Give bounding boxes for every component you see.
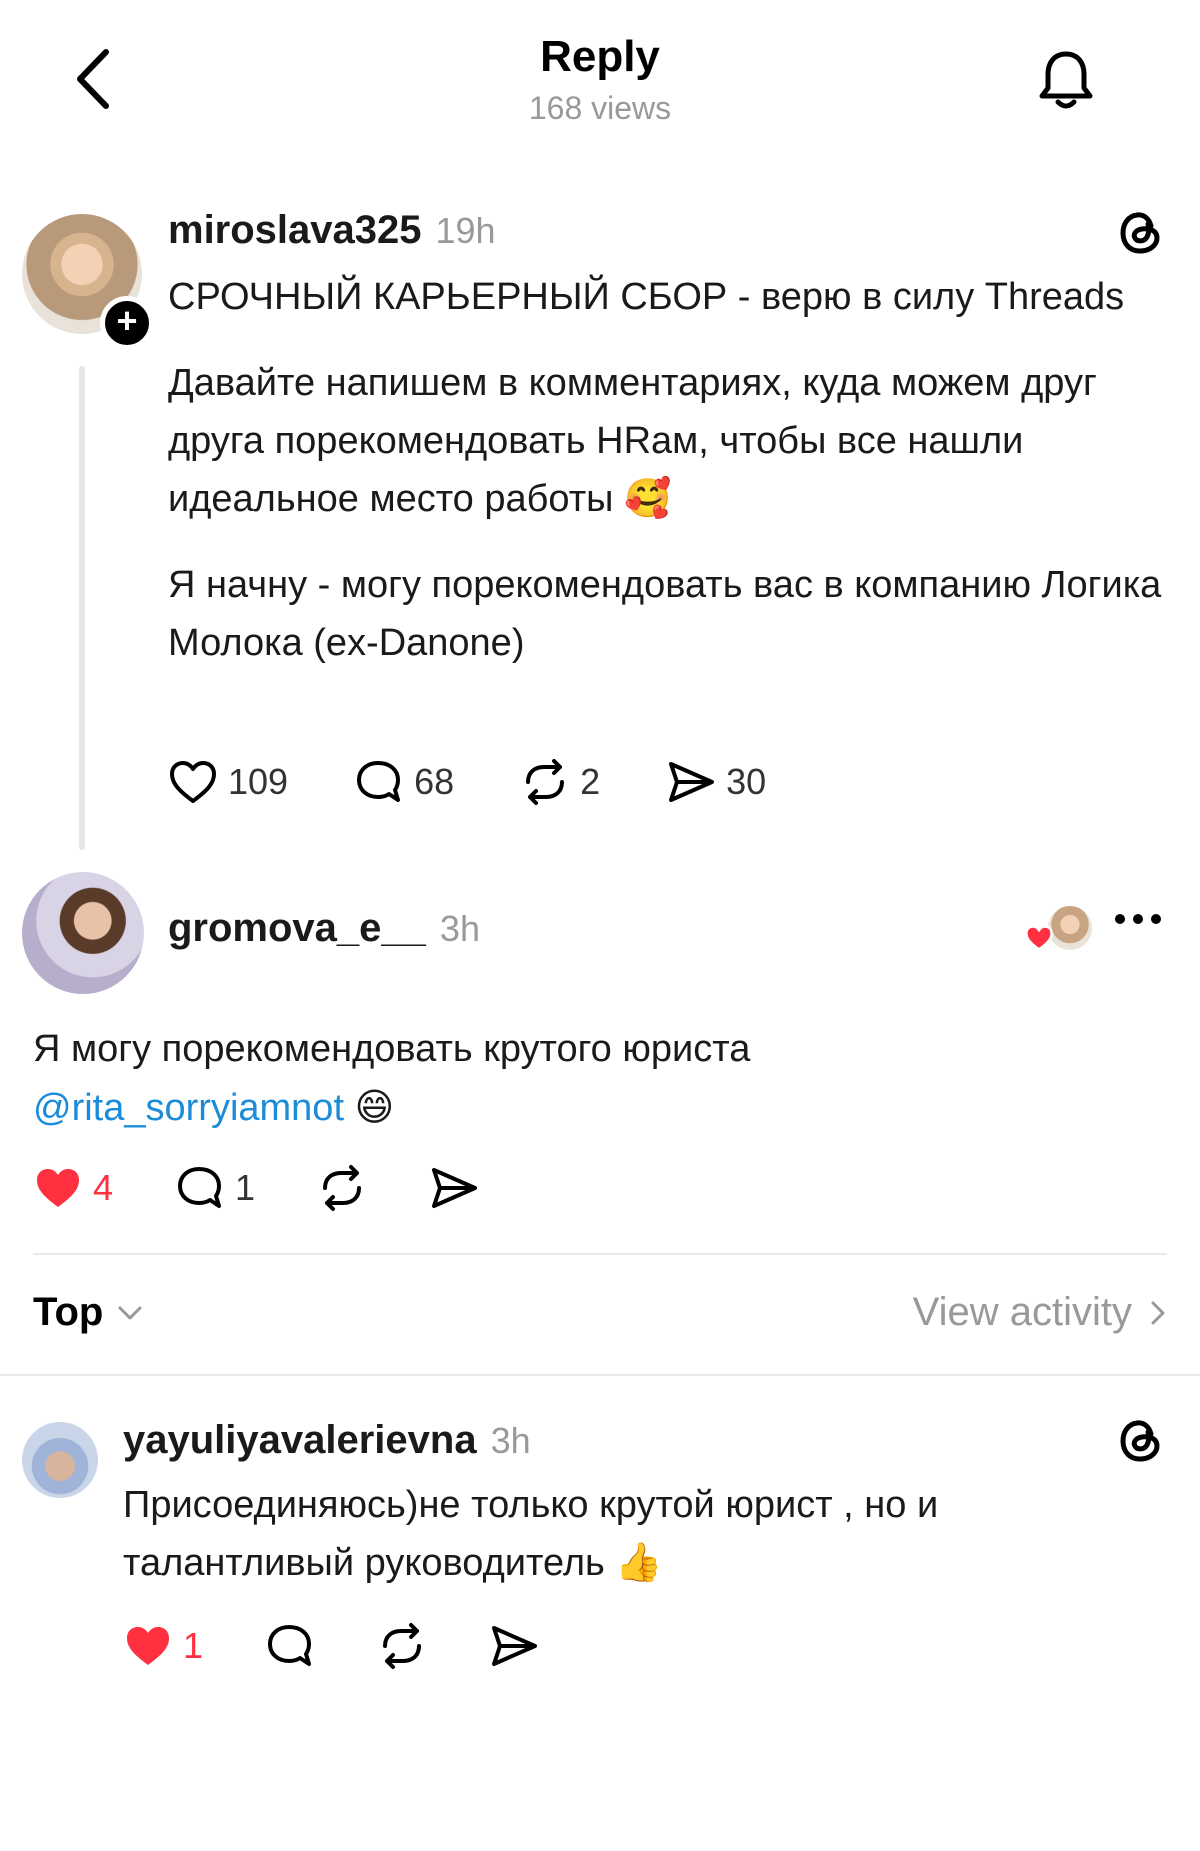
mention-link[interactable]: @rita_sorryiamnot bbox=[33, 1087, 344, 1129]
view-activity-label: View activity bbox=[912, 1290, 1132, 1334]
comment-button[interactable]: 1 bbox=[175, 1164, 255, 1212]
heart-filled-icon bbox=[1025, 925, 1053, 951]
reply-emoji: 😄 bbox=[354, 1085, 395, 1129]
repost-button[interactable] bbox=[377, 1622, 427, 1670]
author-username[interactable]: miroslava325 bbox=[168, 208, 422, 253]
repost-button[interactable] bbox=[317, 1164, 367, 1212]
repost-icon bbox=[383, 1623, 422, 1669]
post-body: СРОЧНЫЙ КАРЬЕРНЫЙ СБОР - верю в силу Thr… bbox=[168, 268, 1168, 672]
post-paragraph: СРОЧНЫЙ КАРЬЕРНЫЙ СБОР - верю в силу Thr… bbox=[168, 276, 1125, 318]
share-button[interactable] bbox=[489, 1622, 539, 1670]
comment-count: 68 bbox=[414, 761, 455, 802]
divider bbox=[33, 1253, 1167, 1255]
comment-button[interactable]: 68 bbox=[354, 758, 454, 806]
divider bbox=[0, 1374, 1200, 1376]
avatar[interactable] bbox=[22, 872, 144, 994]
comment-bubble-icon bbox=[178, 1167, 222, 1208]
thread-line bbox=[79, 366, 85, 850]
like-count: 4 bbox=[93, 1167, 114, 1208]
reply-body: Я могу порекомендовать крутого юриста @r… bbox=[33, 1020, 1173, 1137]
like-button[interactable]: 4 bbox=[33, 1164, 113, 1212]
post-paragraph: Давайте напишем в комментариях, куда мож… bbox=[168, 362, 1097, 520]
comment-time: 3h bbox=[490, 1420, 531, 1461]
comment-username[interactable]: yayuliyavalerievna bbox=[123, 1418, 477, 1463]
threads-logo-icon[interactable] bbox=[1116, 1416, 1166, 1466]
like-count: 1 bbox=[183, 1625, 204, 1666]
reply-time: 3h bbox=[439, 908, 480, 949]
comment-bubble-icon bbox=[268, 1625, 312, 1666]
comment-count: 1 bbox=[235, 1167, 256, 1208]
more-dots-icon bbox=[1115, 914, 1161, 924]
avatar[interactable] bbox=[22, 1422, 98, 1498]
chevron-down-icon bbox=[118, 1306, 142, 1319]
reply-text: Я могу порекомендовать крутого юриста bbox=[33, 1028, 751, 1070]
reply-header: gromova_e__ 3h bbox=[168, 906, 480, 951]
heart-filled-icon bbox=[37, 1169, 79, 1207]
like-button[interactable]: 109 bbox=[168, 758, 288, 806]
sort-dropdown[interactable]: Top bbox=[33, 1290, 143, 1335]
threads-logo-icon[interactable] bbox=[1116, 208, 1166, 258]
share-button[interactable]: 30 bbox=[666, 758, 766, 806]
comment-actions: 1 bbox=[123, 1622, 539, 1670]
comment-text: Присоединяюсь)не только крутой юрист , н… bbox=[123, 1484, 939, 1584]
post-paragraph: Я начну - могу порекомендовать вас в ком… bbox=[168, 564, 1162, 664]
comment-header: yayuliyavalerievna 3h bbox=[123, 1418, 531, 1463]
reply-username[interactable]: gromova_e__ bbox=[168, 906, 426, 951]
comment-button[interactable] bbox=[265, 1622, 315, 1670]
view-count: 168 views bbox=[528, 90, 672, 126]
post-time: 19h bbox=[435, 210, 496, 251]
send-icon bbox=[492, 1626, 538, 1666]
share-button[interactable] bbox=[429, 1164, 479, 1212]
repost-icon bbox=[526, 759, 565, 805]
repost-button[interactable]: 2 bbox=[520, 758, 600, 806]
liked-by-author-indicator[interactable] bbox=[1024, 906, 1094, 954]
reply-actions: 4 1 bbox=[33, 1164, 479, 1212]
chevron-right-icon bbox=[1151, 1301, 1165, 1324]
share-count: 30 bbox=[726, 761, 767, 802]
notifications-button[interactable] bbox=[1030, 44, 1102, 116]
heart-filled-icon bbox=[127, 1627, 169, 1665]
author-mini-avatar bbox=[1048, 906, 1092, 950]
view-activity-link[interactable]: View activity bbox=[913, 1290, 1166, 1335]
post-header: miroslava325 19h bbox=[168, 208, 496, 253]
sort-label: Top bbox=[33, 1290, 104, 1334]
follow-plus-button[interactable]: + bbox=[100, 296, 154, 350]
send-icon bbox=[432, 1168, 478, 1208]
like-count: 109 bbox=[228, 761, 289, 802]
comment-bubble-icon bbox=[357, 761, 401, 802]
post-actions: 109 68 2 30 bbox=[168, 758, 766, 806]
repost-icon bbox=[323, 1165, 362, 1211]
repost-count: 2 bbox=[580, 761, 601, 802]
like-button[interactable]: 1 bbox=[123, 1622, 203, 1670]
page-title: Reply bbox=[540, 32, 660, 81]
send-icon bbox=[669, 762, 715, 802]
bell-icon bbox=[1039, 51, 1093, 109]
more-options-button[interactable] bbox=[1114, 912, 1162, 931]
heart-icon bbox=[170, 761, 216, 803]
